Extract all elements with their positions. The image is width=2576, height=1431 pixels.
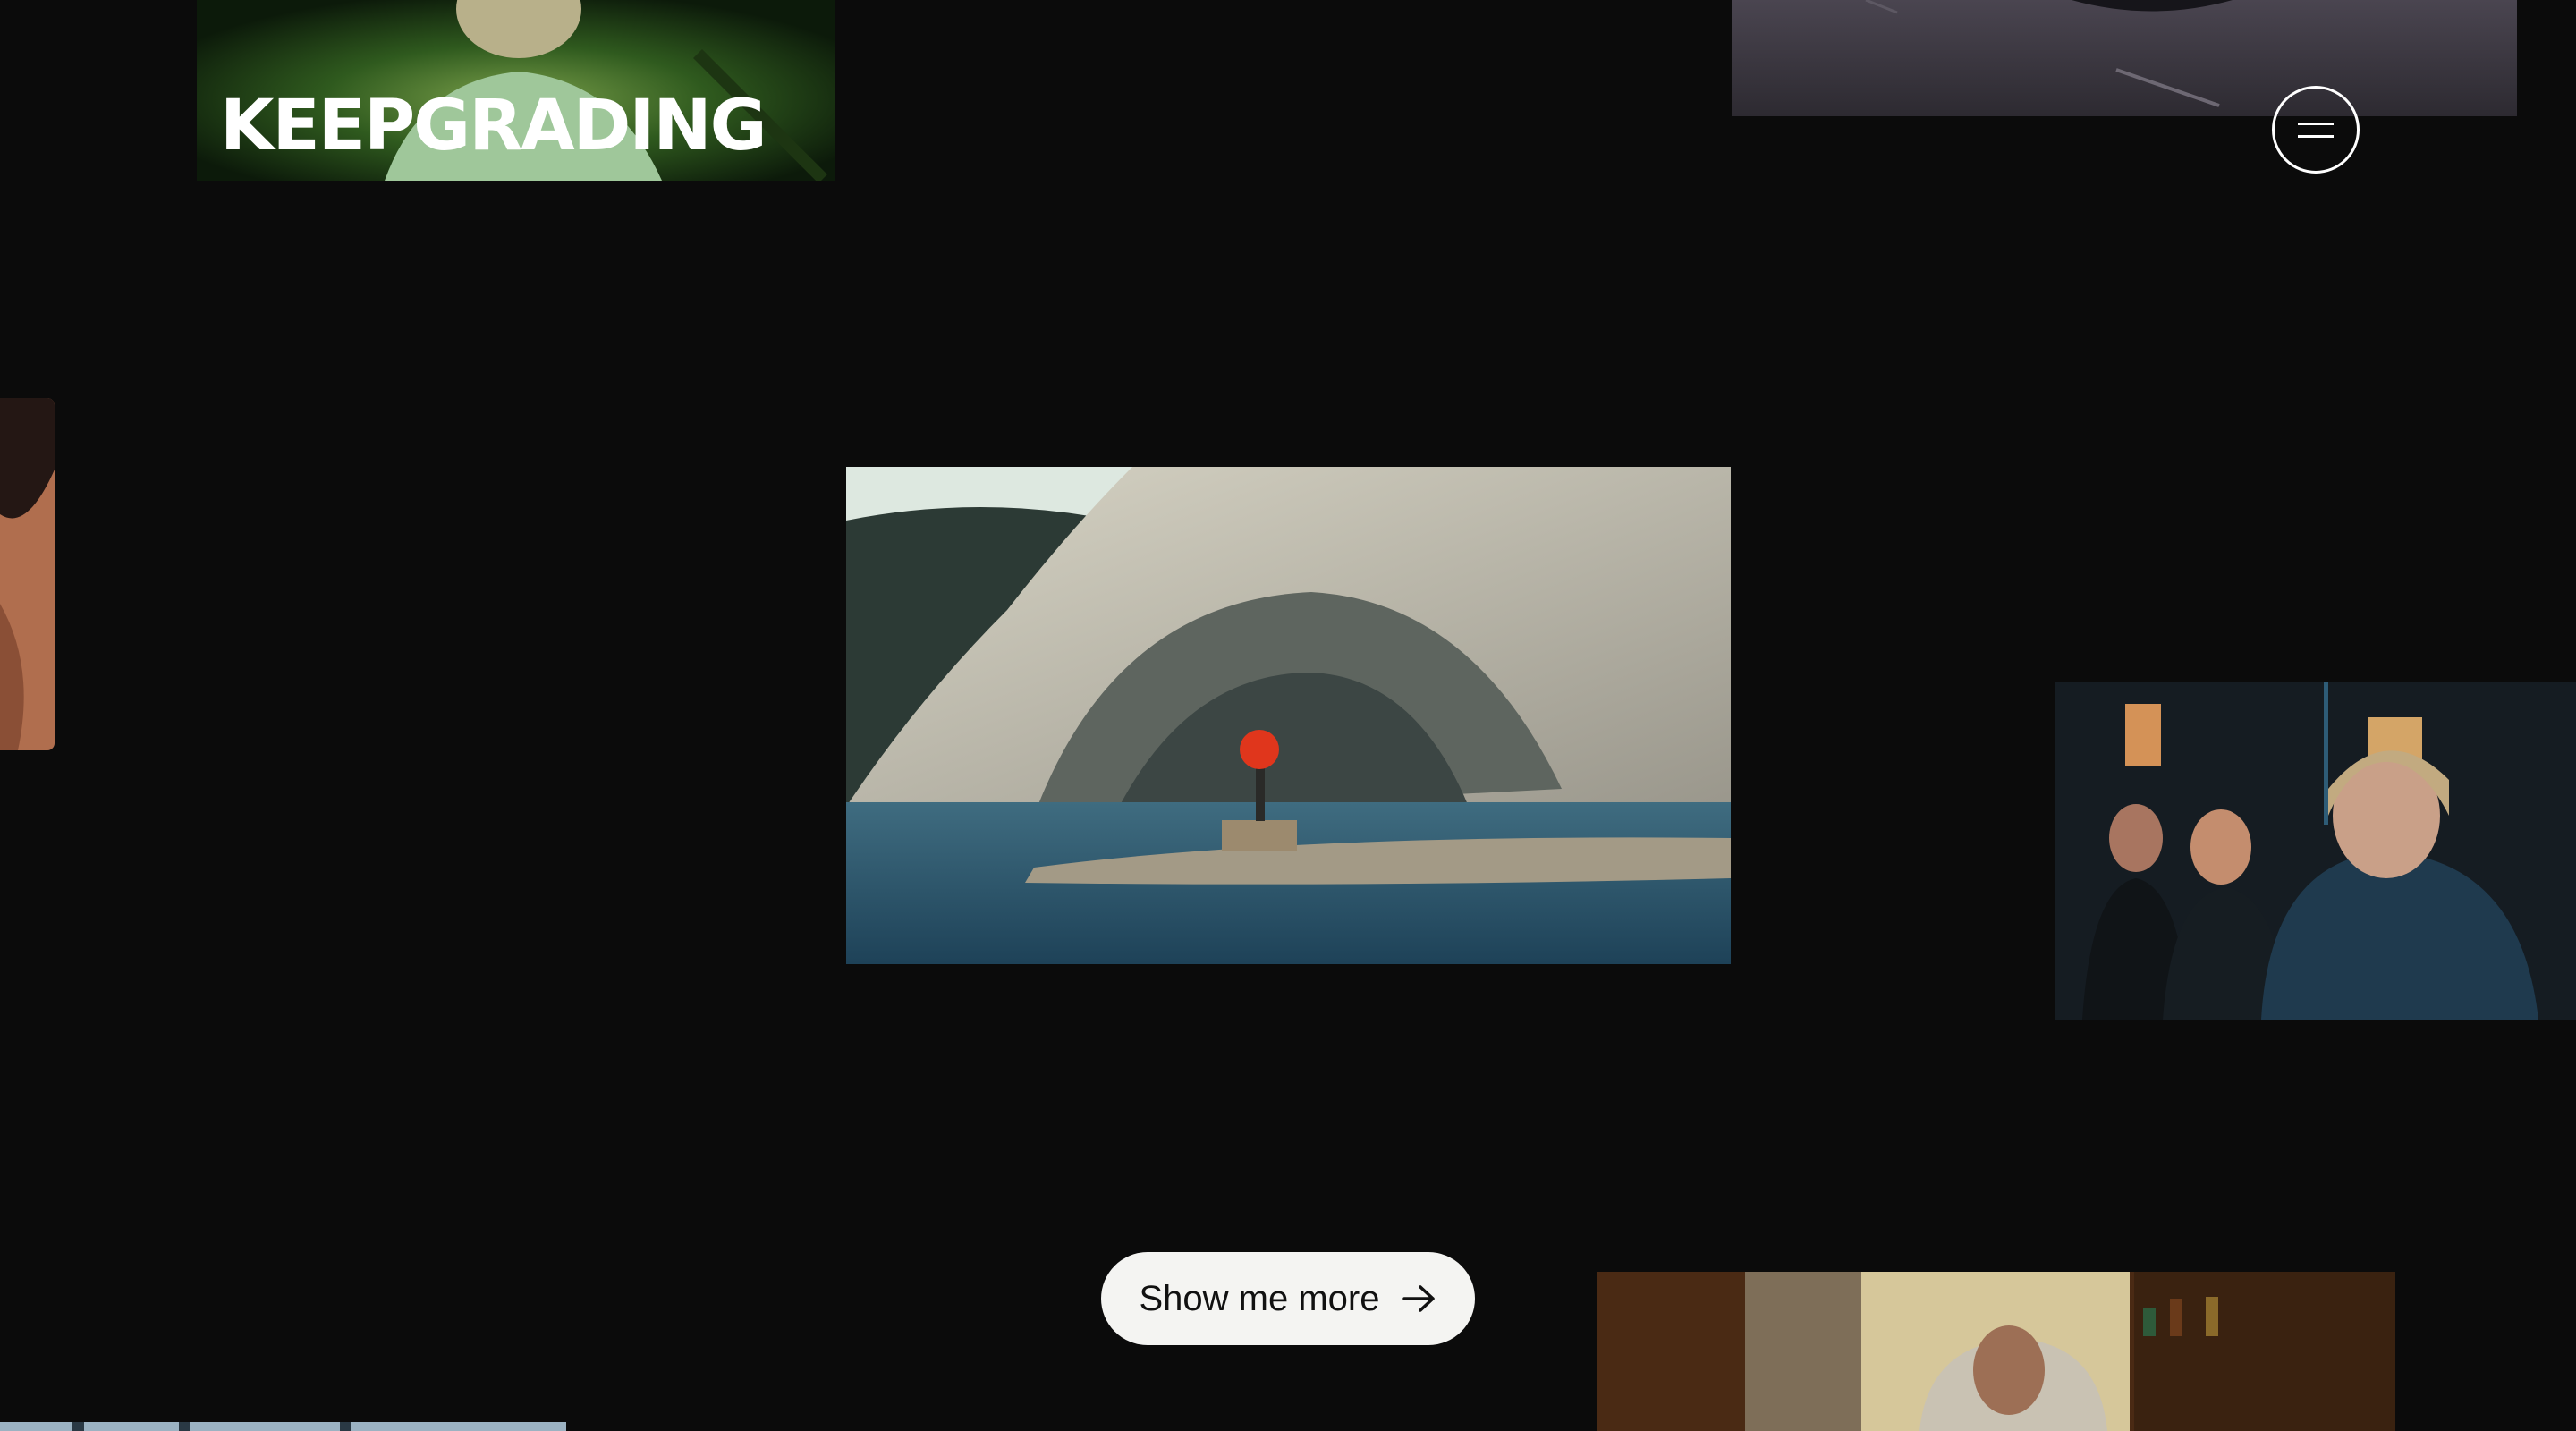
- brand-logo[interactable]: KEEPGRADING: [220, 91, 767, 161]
- cliff-sea-still: [846, 467, 1731, 964]
- portrait-still: [0, 398, 55, 750]
- gallery-image-bottom-left[interactable]: [0, 1422, 566, 1431]
- menu-button[interactable]: [2272, 86, 2360, 174]
- gallery-image-car-road[interactable]: [1732, 0, 2517, 116]
- arrow-right-icon: [1402, 1285, 1436, 1312]
- gallery-image-group-scene[interactable]: [2055, 682, 2576, 1020]
- show-more-label: Show me more: [1139, 1278, 1380, 1318]
- show-more-button[interactable]: Show me more: [1101, 1252, 1475, 1345]
- gallery-image-portrait[interactable]: [0, 398, 55, 750]
- gallery-image-kitchen-scene[interactable]: [1597, 1272, 2395, 1431]
- gallery-image-featured-cliff[interactable]: [846, 467, 1731, 964]
- group-scene-still: [2055, 682, 2576, 1020]
- bottom-left-still: [0, 1422, 566, 1431]
- car-road-still: [1732, 0, 2517, 116]
- kitchen-scene-still: [1597, 1272, 2395, 1431]
